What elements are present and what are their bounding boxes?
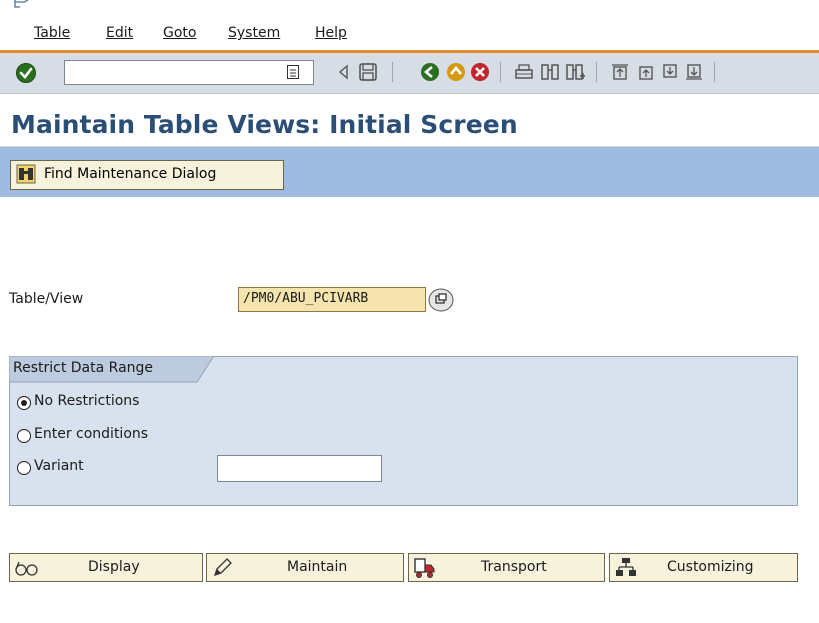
toolbar-separator — [596, 62, 597, 82]
find-icon[interactable] — [540, 62, 560, 82]
maintain-label: Maintain — [287, 559, 348, 575]
menu-table[interactable]: Table — [34, 25, 70, 41]
last-page-icon[interactable] — [684, 62, 704, 82]
exit-icon[interactable] — [446, 62, 466, 82]
sap-logo-icon — [14, 0, 29, 8]
find-maintenance-dialog-label: Find Maintenance Dialog — [44, 166, 217, 182]
menu-help[interactable]: Help — [315, 25, 347, 41]
toolbar-separator — [500, 62, 501, 82]
value-help-icon[interactable] — [428, 288, 454, 312]
back-arrow-icon[interactable] — [334, 62, 354, 82]
radio-no-restrictions[interactable] — [17, 396, 31, 410]
customizing-label: Customizing — [667, 559, 754, 575]
glasses-icon — [15, 561, 38, 576]
tableview-label: Table/View — [9, 291, 84, 307]
binoculars-icon — [16, 164, 36, 184]
display-label: Display — [88, 559, 140, 575]
first-page-icon[interactable] — [610, 62, 630, 82]
save-icon[interactable] — [358, 62, 378, 82]
menu-edit[interactable]: Edit — [106, 25, 133, 41]
truck-icon — [414, 558, 435, 578]
back-icon[interactable] — [420, 62, 440, 82]
command-field[interactable] — [64, 60, 314, 85]
group-title: Restrict Data Range — [13, 360, 154, 376]
pencil-icon — [213, 558, 232, 577]
tableview-input[interactable]: /PM0/ABU_PCIVARB — [238, 287, 426, 312]
enter-icon[interactable] — [16, 63, 36, 83]
cancel-icon[interactable] — [470, 62, 490, 82]
radio-variant[interactable] — [17, 461, 31, 475]
variant-input[interactable] — [217, 455, 382, 482]
variant-label: Variant — [34, 458, 84, 474]
next-page-icon[interactable] — [660, 62, 680, 82]
transport-label: Transport — [481, 559, 547, 575]
hierarchy-icon — [616, 558, 636, 576]
command-history-icon[interactable] — [286, 64, 300, 80]
find-next-icon[interactable] — [566, 62, 586, 82]
menu-system[interactable]: System — [228, 25, 280, 41]
no-restrictions-label: No Restrictions — [34, 393, 140, 409]
print-icon[interactable] — [514, 62, 534, 82]
radio-enter-conditions[interactable] — [17, 429, 31, 443]
toolbar-separator — [392, 62, 393, 82]
enter-conditions-label: Enter conditions — [34, 426, 149, 442]
previous-page-icon[interactable] — [636, 62, 656, 82]
page-title: Maintain Table Views: Initial Screen — [11, 110, 518, 139]
toolbar-separator — [714, 62, 715, 82]
menu-goto[interactable]: Goto — [163, 25, 196, 41]
